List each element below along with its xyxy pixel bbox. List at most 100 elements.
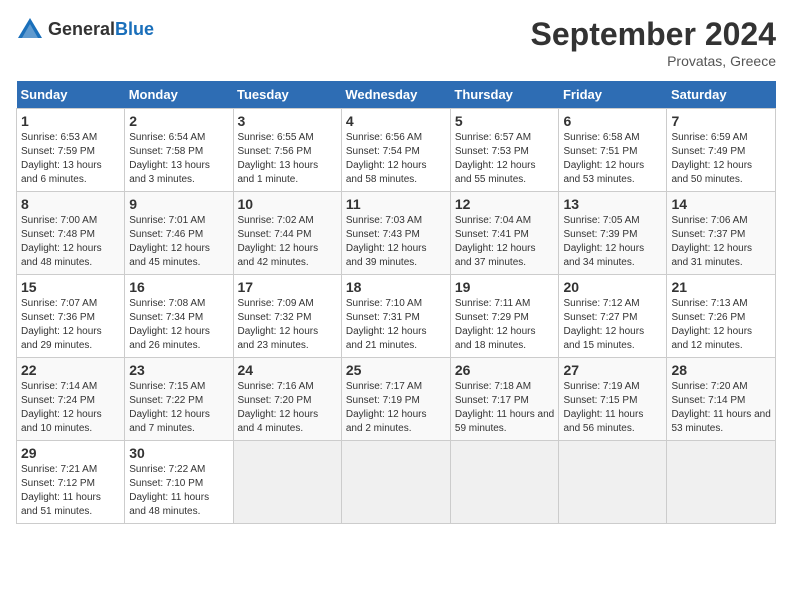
day-info: Sunrise: 7:21 AMSunset: 7:12 PMDaylight:… [21, 463, 120, 519]
calendar-cell: 10 Sunrise: 7:02 AMSunset: 7:44 PMDayligh… [233, 192, 341, 275]
day-number: 18 [346, 279, 446, 295]
calendar-table: SundayMondayTuesdayWednesdayThursdayFrid… [16, 81, 776, 524]
calendar-cell: 1Sunrise: 6:53 AMSunset: 7:59 PMDaylight… [17, 109, 125, 192]
calendar-cell: 4Sunrise: 6:56 AMSunset: 7:54 PMDaylight… [341, 109, 450, 192]
column-header-wednesday: Wednesday [341, 81, 450, 109]
day-info: Sunrise: 7:17 AMSunset: 7:19 PMDaylight:… [346, 380, 446, 436]
day-info: Sunrise: 7:13 AMSunset: 7:26 PMDaylight:… [671, 297, 771, 353]
day-info: Sunrise: 7:12 AMSunset: 7:27 PMDaylight:… [563, 297, 662, 353]
calendar-cell: 25 Sunrise: 7:17 AMSunset: 7:19 PMDayligh… [341, 358, 450, 441]
day-number: 16 [129, 279, 228, 295]
calendar-cell: 20 Sunrise: 7:12 AMSunset: 7:27 PMDayligh… [559, 275, 667, 358]
column-header-friday: Friday [559, 81, 667, 109]
calendar-cell: 7 Sunrise: 6:59 AMSunset: 7:49 PMDaylight… [667, 109, 776, 192]
day-number: 6 [563, 113, 662, 129]
day-number: 11 [346, 196, 446, 212]
calendar-week-row: 8 Sunrise: 7:00 AMSunset: 7:48 PMDaylight… [17, 192, 776, 275]
calendar-cell: 17Sunrise: 7:09 AMSunset: 7:32 PMDayligh… [233, 275, 341, 358]
calendar-cell: 6Sunrise: 6:58 AMSunset: 7:51 PMDaylight… [559, 109, 667, 192]
calendar-week-row: 1Sunrise: 6:53 AMSunset: 7:59 PMDaylight… [17, 109, 776, 192]
day-info: Sunrise: 7:22 AMSunset: 7:10 PMDaylight:… [129, 463, 228, 519]
calendar-week-row: 15 Sunrise: 7:07 AMSunset: 7:36 PMDayligh… [17, 275, 776, 358]
calendar-cell: 30 Sunrise: 7:22 AMSunset: 7:10 PMDayligh… [125, 441, 233, 524]
day-info: Sunrise: 7:02 AMSunset: 7:44 PMDaylight:… [238, 214, 337, 270]
logo: GeneralBlue [16, 16, 154, 44]
day-number: 30 [129, 445, 228, 461]
day-info: Sunrise: 6:59 AMSunset: 7:49 PMDaylight:… [671, 131, 771, 187]
day-info: Sunrise: 7:20 AMSunset: 7:14 PMDaylight:… [671, 380, 771, 436]
day-info: Sunrise: 7:14 AMSunset: 7:24 PMDaylight:… [21, 380, 120, 436]
calendar-cell: 18 Sunrise: 7:10 AMSunset: 7:31 PMDayligh… [341, 275, 450, 358]
day-number: 26 [455, 362, 555, 378]
calendar-cell: 28 Sunrise: 7:20 AMSunset: 7:14 PMDayligh… [667, 358, 776, 441]
day-info: Sunrise: 7:16 AMSunset: 7:20 PMDaylight:… [238, 380, 337, 436]
day-number: 25 [346, 362, 446, 378]
calendar-cell: 8 Sunrise: 7:00 AMSunset: 7:48 PMDaylight… [17, 192, 125, 275]
day-number: 20 [563, 279, 662, 295]
calendar-cell: 3 Sunrise: 6:55 AMSunset: 7:56 PMDaylight… [233, 109, 341, 192]
day-info: Sunrise: 7:03 AMSunset: 7:43 PMDaylight:… [346, 214, 446, 270]
month-title: September 2024 [531, 16, 776, 53]
day-info: Sunrise: 7:18 AMSunset: 7:17 PMDaylight:… [455, 380, 555, 436]
day-number: 24 [238, 362, 337, 378]
calendar-cell: 12 Sunrise: 7:04 AMSunset: 7:41 PMDayligh… [450, 192, 559, 275]
day-number: 15 [21, 279, 120, 295]
day-info: Sunrise: 7:05 AMSunset: 7:39 PMDaylight:… [563, 214, 662, 270]
calendar-cell: 13 Sunrise: 7:05 AMSunset: 7:39 PMDayligh… [559, 192, 667, 275]
calendar-cell [559, 441, 667, 524]
calendar-cell: 14 Sunrise: 7:06 AMSunset: 7:37 PMDayligh… [667, 192, 776, 275]
calendar-week-row: 29 Sunrise: 7:21 AMSunset: 7:12 PMDayligh… [17, 441, 776, 524]
day-info: Sunrise: 7:00 AMSunset: 7:48 PMDaylight:… [21, 214, 120, 270]
logo-general-text: General [48, 19, 115, 39]
calendar-cell: 16 Sunrise: 7:08 AMSunset: 7:34 PMDayligh… [125, 275, 233, 358]
day-info: Sunrise: 7:01 AMSunset: 7:46 PMDaylight:… [129, 214, 228, 270]
day-info: Sunrise: 7:19 AMSunset: 7:15 PMDaylight:… [563, 380, 662, 436]
calendar-cell: 29 Sunrise: 7:21 AMSunset: 7:12 PMDayligh… [17, 441, 125, 524]
day-number: 8 [21, 196, 120, 212]
location: Provatas, Greece [531, 53, 776, 69]
day-info: Sunrise: 7:10 AMSunset: 7:31 PMDaylight:… [346, 297, 446, 353]
day-number: 21 [671, 279, 771, 295]
calendar-cell: 15 Sunrise: 7:07 AMSunset: 7:36 PMDayligh… [17, 275, 125, 358]
day-number: 9 [129, 196, 228, 212]
day-number: 5 [455, 113, 555, 129]
day-info: Sunrise: 7:07 AMSunset: 7:36 PMDaylight:… [21, 297, 120, 353]
calendar-week-row: 22 Sunrise: 7:14 AMSunset: 7:24 PMDayligh… [17, 358, 776, 441]
calendar-cell: 26 Sunrise: 7:18 AMSunset: 7:17 PMDayligh… [450, 358, 559, 441]
calendar-cell [341, 441, 450, 524]
logo-blue-text: Blue [115, 19, 154, 39]
calendar-cell: 11 Sunrise: 7:03 AMSunset: 7:43 PMDayligh… [341, 192, 450, 275]
day-number: 7 [671, 113, 771, 129]
page-header: GeneralBlue September 2024 Provatas, Gre… [16, 16, 776, 69]
day-info: Sunrise: 7:11 AMSunset: 7:29 PMDaylight:… [455, 297, 555, 353]
day-info: Sunrise: 6:55 AMSunset: 7:56 PMDaylight:… [238, 131, 337, 187]
day-number: 10 [238, 196, 337, 212]
column-header-saturday: Saturday [667, 81, 776, 109]
day-number: 14 [671, 196, 771, 212]
day-number: 23 [129, 362, 228, 378]
column-header-thursday: Thursday [450, 81, 559, 109]
calendar-cell: 2Sunrise: 6:54 AMSunset: 7:58 PMDaylight… [125, 109, 233, 192]
day-number: 3 [238, 113, 337, 129]
day-number: 19 [455, 279, 555, 295]
day-info: Sunrise: 6:53 AMSunset: 7:59 PMDaylight:… [21, 131, 120, 187]
day-info: Sunrise: 6:56 AMSunset: 7:54 PMDaylight:… [346, 131, 446, 187]
logo-icon [16, 16, 44, 44]
calendar-cell: 19 Sunrise: 7:11 AMSunset: 7:29 PMDayligh… [450, 275, 559, 358]
day-number: 17 [238, 279, 337, 295]
calendar-header-row: SundayMondayTuesdayWednesdayThursdayFrid… [17, 81, 776, 109]
day-number: 13 [563, 196, 662, 212]
title-block: September 2024 Provatas, Greece [531, 16, 776, 69]
day-number: 2 [129, 113, 228, 129]
day-number: 22 [21, 362, 120, 378]
day-number: 28 [671, 362, 771, 378]
day-info: Sunrise: 7:08 AMSunset: 7:34 PMDaylight:… [129, 297, 228, 353]
calendar-cell [450, 441, 559, 524]
day-number: 12 [455, 196, 555, 212]
day-info: Sunrise: 7:04 AMSunset: 7:41 PMDaylight:… [455, 214, 555, 270]
column-header-sunday: Sunday [17, 81, 125, 109]
calendar-cell [667, 441, 776, 524]
day-number: 29 [21, 445, 120, 461]
day-info: Sunrise: 7:06 AMSunset: 7:37 PMDaylight:… [671, 214, 771, 270]
calendar-cell [233, 441, 341, 524]
